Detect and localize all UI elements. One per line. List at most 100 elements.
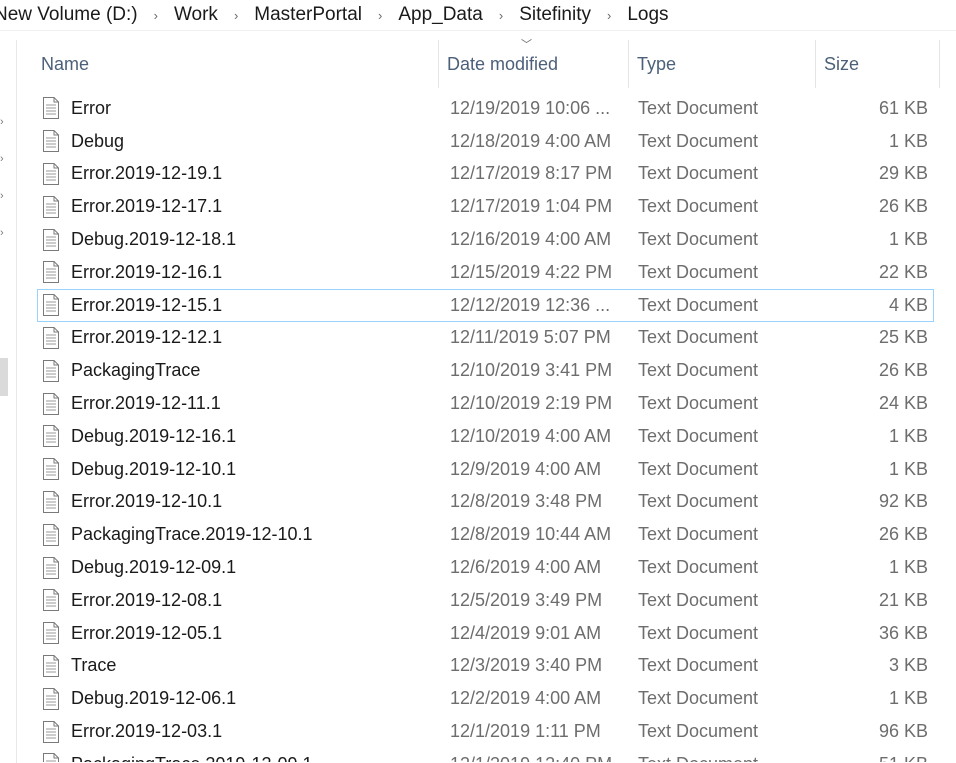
file-date-modified: 12/8/2019 10:44 AM xyxy=(450,524,612,545)
file-date-modified: 12/2/2019 4:00 AM xyxy=(450,688,602,709)
file-name: Error.2019-12-08.1 xyxy=(71,589,223,610)
file-name-cell: PackagingTrace.2019-12-09.1 xyxy=(43,748,433,762)
file-size: 26 KB xyxy=(878,196,928,217)
file-name: Debug.2019-12-06.1 xyxy=(71,688,237,709)
file-size: 26 KB xyxy=(878,360,928,381)
navigation-pane[interactable]: › › › › xyxy=(0,40,17,763)
breadcrumb-item[interactable]: Logs xyxy=(627,4,668,26)
column-header-name[interactable]: Name xyxy=(33,40,438,88)
file-size: 1 KB xyxy=(888,229,928,250)
file-row[interactable]: PackagingTrace.2019-12-10.1 12/8/2019 10:… xyxy=(17,518,937,551)
file-row[interactable]: Debug.2019-12-18.1 12/16/2019 4:00 AM Text… xyxy=(17,223,937,256)
file-type: Text Document xyxy=(638,294,759,315)
file-name-cell: Error.2019-12-16.1 xyxy=(43,256,433,289)
file-row[interactable]: Debug.2019-12-09.1 12/6/2019 4:00 AM Text … xyxy=(17,551,937,584)
file-size: 96 KB xyxy=(878,721,928,742)
file-name-cell: Debug.2019-12-09.1 xyxy=(43,551,433,584)
file-date-modified: 12/1/2019 12:40 PM xyxy=(450,748,630,762)
file-name-cell: Debug.2019-12-16.1 xyxy=(43,420,433,453)
file-name: Error.2019-12-05.1 xyxy=(71,622,223,643)
text-document-icon xyxy=(43,359,59,382)
file-type: Text Document xyxy=(638,748,818,762)
file-row[interactable]: Error.2019-12-16.1 12/15/2019 4:22 PM Text… xyxy=(17,256,937,289)
column-header-name-label: Name xyxy=(41,53,90,74)
breadcrumb-item[interactable]: App_Data xyxy=(398,4,483,26)
text-document-icon xyxy=(43,622,59,645)
file-name-cell: Error.2019-12-10.1 xyxy=(43,486,433,519)
file-size: 61 KB xyxy=(878,97,928,118)
file-size: 25 KB xyxy=(878,327,928,348)
text-document-icon xyxy=(43,294,59,317)
file-type: Text Document xyxy=(638,393,759,414)
file-row[interactable]: Error 12/19/2019 10:06 ... Text Document 61… xyxy=(17,92,937,125)
chevron-right-icon[interactable]: › xyxy=(154,8,158,23)
file-size: 21 KB xyxy=(878,589,928,610)
breadcrumb-item[interactable]: MasterPortal xyxy=(254,4,362,26)
chevron-right-icon[interactable]: › xyxy=(0,117,4,128)
file-name: Error.2019-12-17.1 xyxy=(71,196,223,217)
file-name: Debug.2019-12-10.1 xyxy=(71,458,237,479)
file-size: 51 KB xyxy=(817,748,928,762)
text-document-icon xyxy=(43,720,59,743)
file-name: PackagingTrace.2019-12-09.1 xyxy=(71,754,313,762)
file-size: 29 KB xyxy=(878,163,928,184)
file-date-modified: 12/10/2019 4:00 AM xyxy=(450,425,612,446)
file-row[interactable]: Error.2019-12-15.1 12/12/2019 12:36 ... Te… xyxy=(37,288,934,322)
file-row[interactable]: Error.2019-12-12.1 12/11/2019 5:07 PM Text… xyxy=(17,322,937,355)
file-type: Text Document xyxy=(638,97,759,118)
navigation-pane-scrollbar-thumb[interactable] xyxy=(0,358,8,396)
file-type: Text Document xyxy=(638,458,759,479)
text-document-icon xyxy=(43,654,59,677)
file-name-cell: Debug.2019-12-06.1 xyxy=(43,682,433,715)
text-document-icon xyxy=(43,326,59,349)
chevron-right-icon[interactable]: › xyxy=(499,8,503,23)
file-size: 1 KB xyxy=(888,425,928,446)
breadcrumb-item[interactable]: New Volume (D:) xyxy=(0,4,138,26)
file-type: Text Document xyxy=(638,327,759,348)
column-header-type[interactable]: Type xyxy=(628,40,815,88)
text-document-icon xyxy=(43,130,59,153)
file-type: Text Document xyxy=(638,130,759,151)
file-row[interactable]: Error.2019-12-08.1 12/5/2019 3:49 PM Text … xyxy=(17,584,937,617)
file-row[interactable]: Error.2019-12-19.1 12/17/2019 8:17 PM Text… xyxy=(17,158,937,191)
file-date-modified: 12/16/2019 4:00 AM xyxy=(450,229,612,250)
text-document-icon xyxy=(43,261,59,284)
file-name: Error.2019-12-16.1 xyxy=(71,261,223,282)
file-row[interactable]: Debug.2019-12-06.1 12/2/2019 4:00 AM Text … xyxy=(17,682,937,715)
file-row[interactable]: Error.2019-12-03.1 12/1/2019 1:11 PM Text … xyxy=(17,715,937,748)
text-document-icon xyxy=(43,687,59,710)
breadcrumb: New Volume (D:) › Work › MasterPortal › App_Da… xyxy=(0,0,956,30)
file-row[interactable]: Debug.2019-12-16.1 12/10/2019 4:00 AM Text… xyxy=(17,420,937,453)
file-row[interactable]: PackagingTrace 12/10/2019 3:41 PM Text Doc… xyxy=(17,354,937,387)
text-document-icon xyxy=(43,425,59,448)
column-header-date-modified[interactable]: ﹀ Date modified xyxy=(438,39,628,88)
chevron-right-icon[interactable]: › xyxy=(378,8,382,23)
file-name-cell: Debug xyxy=(43,125,433,158)
file-date-modified: 12/4/2019 9:01 AM xyxy=(450,622,602,643)
chevron-right-icon[interactable]: › xyxy=(0,154,4,165)
chevron-right-icon[interactable]: › xyxy=(607,8,611,23)
file-row[interactable]: Error.2019-12-10.1 12/8/2019 3:48 PM Text … xyxy=(17,486,937,519)
file-name-cell: Error.2019-12-11.1 xyxy=(43,387,433,420)
file-name-cell: Error.2019-12-19.1 xyxy=(43,158,433,191)
chevron-right-icon[interactable]: › xyxy=(0,228,4,239)
file-name: Error xyxy=(71,97,111,118)
file-name: Debug.2019-12-18.1 xyxy=(71,229,237,250)
file-row[interactable]: Debug.2019-12-10.1 12/9/2019 4:00 AM Text … xyxy=(17,453,937,486)
file-row[interactable]: Error.2019-12-05.1 12/4/2019 9:01 AM Text … xyxy=(17,617,937,650)
file-row[interactable]: Error.2019-12-17.1 12/17/2019 1:04 PM Text… xyxy=(17,190,937,223)
file-row[interactable]: Error.2019-12-11.1 12/10/2019 2:19 PM Text… xyxy=(17,387,937,420)
chevron-right-icon[interactable]: › xyxy=(234,8,238,23)
file-date-modified: 12/19/2019 10:06 ... xyxy=(450,97,611,118)
file-size: 26 KB xyxy=(878,524,928,545)
file-name-cell: Error xyxy=(43,92,433,125)
breadcrumb-item[interactable]: Sitefinity xyxy=(519,4,591,26)
file-row[interactable]: PackagingTrace.2019-12-09.1 12/1/2019 12:… xyxy=(17,748,937,762)
file-name-cell: PackagingTrace.2019-12-10.1 xyxy=(43,518,433,551)
breadcrumb-item[interactable]: Work xyxy=(174,4,218,26)
column-header-size[interactable]: Size xyxy=(815,40,940,88)
chevron-right-icon[interactable]: › xyxy=(0,191,4,202)
address-bar-divider xyxy=(0,30,956,31)
file-row[interactable]: Debug 12/18/2019 4:00 AM Text Document 1 KB xyxy=(17,125,937,158)
file-row[interactable]: Trace 12/3/2019 3:40 PM Text Document 3 KB xyxy=(17,650,937,683)
